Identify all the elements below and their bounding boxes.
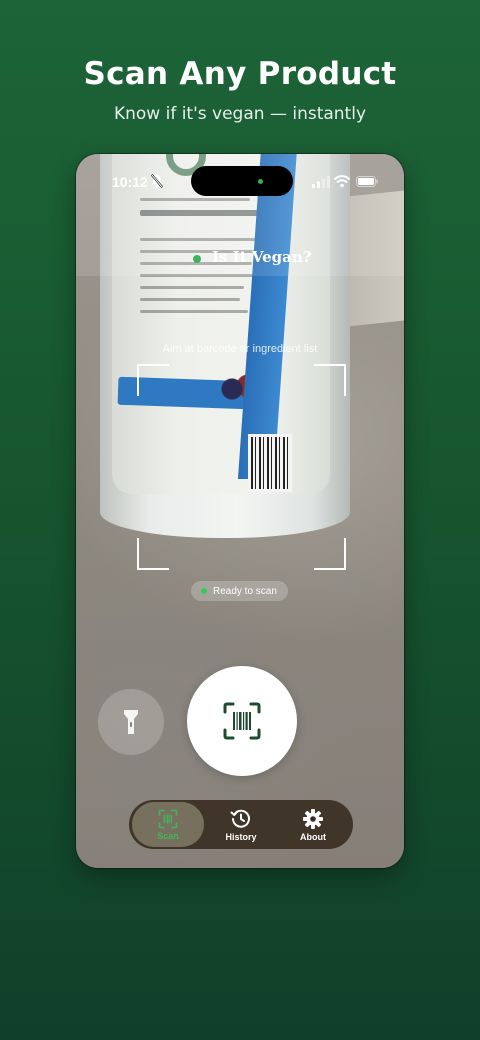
history-clock-icon — [230, 809, 250, 828]
flashlight-icon — [124, 710, 138, 734]
scan-frame-corner-bottom-right — [314, 538, 346, 570]
tab-history-label: History — [225, 831, 257, 842]
promo-headline: Scan Any Product — [83, 56, 397, 92]
status-dot — [201, 588, 207, 594]
scan-shutter-button[interactable] — [187, 666, 297, 776]
gear-icon — [303, 808, 323, 829]
bottom-tab-bar: Scan History About — [129, 800, 353, 849]
scan-status-pill: Ready to scan — [191, 581, 288, 601]
tab-history[interactable]: History — [205, 802, 277, 847]
app-title: Is It Vegan? — [212, 248, 312, 266]
scan-frame-corner-bottom-left — [137, 538, 169, 570]
status-time: 10:12 — [112, 174, 148, 190]
scan-hint: Aim at barcode or ingredient list — [162, 343, 318, 355]
flashlight-button[interactable] — [98, 689, 164, 755]
phone-screen: 10:12 Is It Vegan? Aim at barcode or ing… — [76, 154, 404, 868]
promo-subheadline: Know if it's vegan — instantly — [113, 104, 367, 124]
wifi-icon — [334, 175, 350, 188]
barcode-scan-icon — [158, 809, 178, 828]
dynamic-island — [191, 166, 293, 196]
signal-icon — [312, 176, 330, 188]
scan-frame-corner-top-left — [137, 364, 169, 396]
battery-icon — [356, 176, 378, 187]
app-logo-dot — [193, 255, 201, 263]
camera-indicator-dot — [258, 179, 263, 184]
tab-scan[interactable]: Scan — [132, 802, 204, 847]
tab-about[interactable]: About — [277, 802, 349, 847]
bell-slash-icon — [151, 174, 163, 188]
tab-about-label: About — [300, 831, 326, 842]
tab-scan-label: Scan — [157, 830, 179, 841]
barcode-scan-icon — [223, 702, 261, 740]
scan-status-label: Ready to scan — [213, 585, 277, 597]
scan-frame-corner-top-right — [314, 364, 346, 396]
